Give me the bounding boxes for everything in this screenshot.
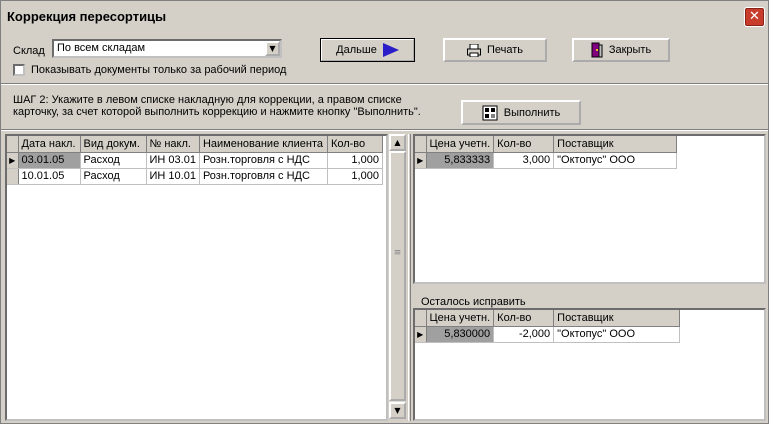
execute-button-label: Выполнить bbox=[503, 106, 561, 119]
table-cell[interactable]: -2,000 bbox=[493, 326, 555, 343]
step-instruction-line2: карточку, за счет которой выполнить корр… bbox=[13, 106, 421, 118]
close-window-button[interactable]: ✕ bbox=[744, 7, 765, 27]
col-header[interactable]: Дата накл. bbox=[18, 136, 81, 153]
remaining-table: Цена учетн. Кол-во Поставщик ▶ 5,830000 … bbox=[415, 310, 681, 343]
col-header[interactable]: Вид докум. bbox=[80, 136, 147, 153]
col-header[interactable]: Кол-во bbox=[493, 310, 555, 327]
panel-splitter[interactable] bbox=[408, 134, 411, 421]
row-indicator-icon: ▶ bbox=[415, 152, 427, 169]
table-row[interactable]: ▶ 5,833333 3,000 "Октопус" ООО bbox=[415, 152, 678, 169]
step-instruction-line1: ШАГ 2: Укажите в левом списке накладную … bbox=[13, 94, 402, 106]
table-cell[interactable]: Розн.торговля с НДС bbox=[199, 168, 328, 185]
col-header[interactable]: Цена учетн. bbox=[426, 310, 495, 327]
table-row[interactable]: 10.01.05 Расход ИН 10.01 Розн.торговля с… bbox=[7, 168, 383, 185]
table-row[interactable]: ▶ 03.01.05 Расход ИН 03.01 Розн.торговля… bbox=[7, 152, 383, 169]
warehouse-select[interactable]: По всем складам ▼ bbox=[52, 39, 282, 58]
table-cell[interactable]: 10.01.05 bbox=[18, 168, 81, 185]
col-header[interactable]: Поставщик bbox=[553, 310, 681, 327]
divider bbox=[1, 83, 768, 85]
scroll-down-icon[interactable]: ▼ bbox=[389, 402, 406, 419]
row-indicator-icon: ▶ bbox=[7, 152, 19, 169]
table-cell[interactable]: 1,000 bbox=[327, 168, 383, 185]
arrow-right-icon bbox=[382, 43, 399, 57]
row-indicator-icon: ▶ bbox=[415, 326, 427, 343]
col-header[interactable]: Наименование клиента bbox=[199, 136, 328, 153]
invoice-table: Дата накл. Вид докум. № накл. Наименован… bbox=[7, 136, 383, 185]
close-button-label: Закрыть bbox=[608, 44, 652, 56]
table-cell[interactable]: 1,000 bbox=[327, 152, 383, 169]
table-cell[interactable]: ИН 03.01 bbox=[146, 152, 200, 169]
table-cell[interactable]: "Октопус" ООО bbox=[553, 152, 678, 169]
table-cell[interactable]: 3,000 bbox=[493, 152, 555, 169]
table-cell[interactable]: 5,833333 bbox=[426, 152, 495, 169]
col-header[interactable]: № накл. bbox=[146, 136, 200, 153]
table-cell[interactable]: "Октопус" ООО bbox=[553, 326, 681, 343]
scroll-thumb[interactable]: ≡ bbox=[389, 151, 406, 401]
table-cell[interactable]: 03.01.05 bbox=[18, 152, 81, 169]
printer-icon bbox=[466, 43, 481, 57]
stock-card-grid[interactable]: Цена учетн. Кол-во Поставщик ▶ 5,833333 … bbox=[413, 134, 766, 284]
remaining-label: Осталось исправить bbox=[421, 296, 526, 308]
window-title: Коррекция пересортицы bbox=[7, 9, 167, 24]
stock-card-table: Цена учетн. Кол-во Поставщик ▶ 5,833333 … bbox=[415, 136, 678, 169]
print-button[interactable]: Печать bbox=[443, 38, 547, 62]
execute-icon bbox=[482, 105, 498, 120]
warehouse-select-value: По всем складам bbox=[57, 42, 146, 54]
close-button[interactable]: Закрыть bbox=[572, 38, 670, 62]
warehouse-label: Склад bbox=[13, 45, 45, 57]
door-exit-icon bbox=[591, 42, 603, 58]
table-cell[interactable]: Розн.торговля с НДС bbox=[199, 152, 328, 169]
remaining-grid[interactable]: Цена учетн. Кол-во Поставщик ▶ 5,830000 … bbox=[413, 308, 766, 421]
chevron-down-icon[interactable]: ▼ bbox=[265, 41, 280, 56]
scroll-up-icon[interactable]: ▲ bbox=[389, 134, 406, 151]
col-header[interactable]: Поставщик bbox=[553, 136, 678, 153]
working-period-checkbox[interactable] bbox=[13, 64, 25, 76]
table-cell[interactable]: 5,830000 bbox=[426, 326, 495, 343]
col-header[interactable]: Кол-во bbox=[327, 136, 383, 153]
col-header[interactable]: Цена учетн. bbox=[426, 136, 495, 153]
print-button-label: Печать bbox=[486, 44, 524, 56]
invoice-grid[interactable]: Дата накл. Вид докум. № накл. Наименован… bbox=[5, 134, 388, 421]
next-button[interactable]: Дальше bbox=[320, 38, 415, 62]
table-cell[interactable]: ИН 10.01 bbox=[146, 168, 200, 185]
execute-button[interactable]: Выполнить bbox=[461, 100, 581, 125]
correction-window: Коррекция пересортицы ✕ Склад По всем ск… bbox=[0, 0, 769, 424]
working-period-label: Показывать документы только за рабочий п… bbox=[31, 64, 287, 76]
title-bar: Коррекция пересортицы ✕ bbox=[1, 1, 768, 32]
table-row[interactable]: ▶ 5,830000 -2,000 "Октопус" ООО bbox=[415, 326, 681, 343]
table-cell[interactable]: Расход bbox=[80, 152, 147, 169]
divider bbox=[1, 129, 768, 131]
next-button-label: Дальше bbox=[336, 44, 377, 56]
vertical-scrollbar[interactable]: ▲ ≡ ▼ bbox=[388, 134, 406, 419]
col-header[interactable]: Кол-во bbox=[493, 136, 555, 153]
table-cell[interactable]: Расход bbox=[80, 168, 147, 185]
